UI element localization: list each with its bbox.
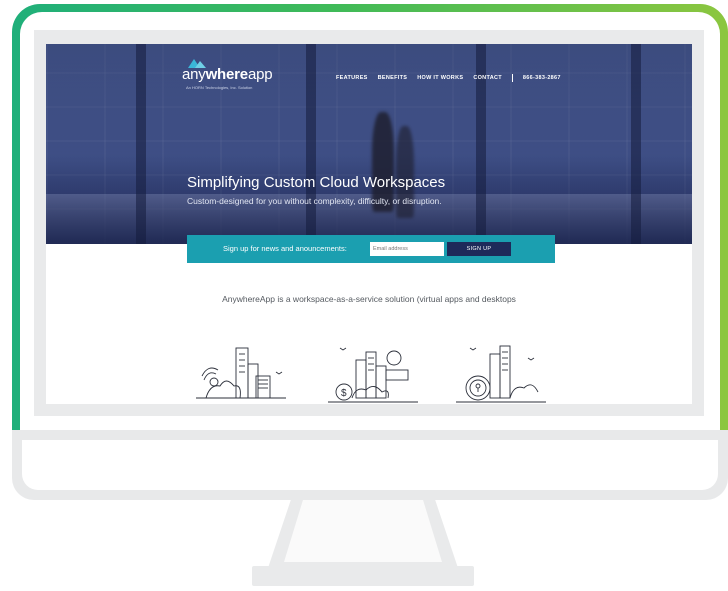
intro-tagline: AnywhereApp is a workspace-as-a-service … bbox=[222, 294, 516, 304]
nav-item-how-it-works[interactable]: HOW IT WORKS bbox=[417, 75, 463, 81]
hero-banner: anywhereapp An HORN Technologies, Inc. S… bbox=[46, 44, 692, 244]
email-input[interactable] bbox=[370, 242, 444, 256]
logo-wordmark: anywhereapp bbox=[182, 66, 273, 83]
nav-phone[interactable]: 866-383-2867 bbox=[523, 75, 561, 81]
site-logo[interactable]: anywhereapp An HORN Technologies, Inc. S… bbox=[182, 58, 302, 94]
signup-label: Sign up for news and anouncements: bbox=[223, 244, 347, 253]
nav-item-contact[interactable]: CONTACT bbox=[473, 75, 502, 81]
newsletter-signup-bar: Sign up for news and anouncements: SIGN … bbox=[187, 235, 555, 263]
satellite-city-icon bbox=[196, 347, 286, 399]
monitor-stand-inner bbox=[284, 500, 442, 562]
hero-pillar bbox=[631, 44, 641, 244]
nav-divider bbox=[511, 74, 513, 82]
monitor-chin-inner bbox=[22, 440, 718, 490]
signup-button[interactable]: SIGN UP bbox=[447, 242, 511, 256]
hero-pillar bbox=[306, 44, 316, 244]
dollar-city-icon: $ bbox=[328, 347, 418, 403]
nav-item-benefits[interactable]: BENEFITS bbox=[378, 75, 408, 81]
hero-pillar bbox=[136, 44, 146, 244]
logo-subtitle: An HORN Technologies, Inc. Solution bbox=[186, 85, 253, 90]
nav-item-features[interactable]: FEATURES bbox=[336, 75, 368, 81]
main-nav: FEATURES BENEFITS HOW IT WORKS CONTACT 8… bbox=[336, 72, 561, 84]
monitor-stand-base bbox=[252, 566, 474, 586]
website-page: anywhereapp An HORN Technologies, Inc. S… bbox=[46, 44, 692, 404]
lock-city-icon bbox=[456, 345, 546, 403]
svg-text:$: $ bbox=[341, 388, 347, 399]
hero-title: Simplifying Custom Cloud Workspaces bbox=[187, 174, 446, 191]
hero-subtitle: Custom-designed for you without complexi… bbox=[187, 196, 442, 206]
